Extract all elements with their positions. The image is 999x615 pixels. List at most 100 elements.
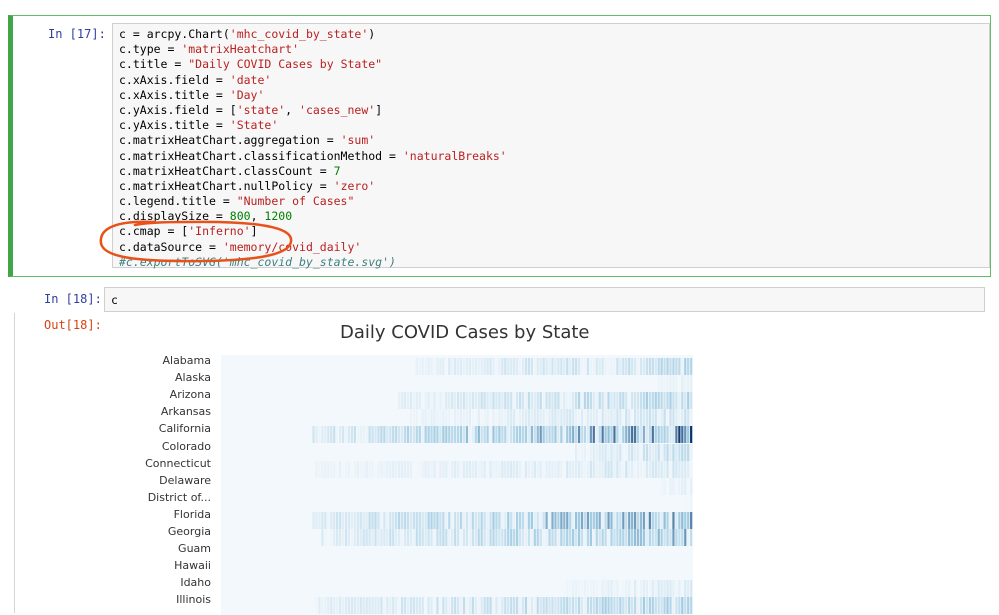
heatmap-plot[interactable] — [221, 355, 693, 615]
heatmap-cell — [586, 409, 590, 427]
heatmap-cell — [462, 426, 466, 444]
code-token: c.yAxis.title = — [119, 118, 230, 133]
heatmap-cell — [492, 529, 495, 546]
heatmap-row — [221, 375, 693, 393]
heatmap-cell — [330, 426, 333, 444]
heatmap-cell — [465, 529, 469, 546]
heatmap-cell — [575, 392, 578, 410]
heatmap-cell — [690, 511, 693, 529]
heatmap-cell — [545, 460, 548, 478]
heatmap-cell — [592, 597, 595, 615]
heatmap-cell — [631, 409, 634, 427]
heatmap-cell — [377, 511, 380, 529]
heatmap-cell — [433, 511, 436, 529]
heatmap-cell — [666, 460, 669, 478]
code-line: c.yAxis.title = 'State' — [119, 118, 507, 133]
heatmap-cell — [527, 392, 531, 410]
heatmap-cell — [684, 460, 687, 478]
code-token: "Daily COVID Cases by State" — [188, 57, 383, 72]
code-editor-18[interactable]: c — [104, 287, 985, 312]
heatmap-cell — [622, 443, 625, 461]
heatmap-cell — [403, 597, 407, 615]
heatmap-cell — [507, 529, 510, 546]
heatmap-cell — [648, 460, 651, 478]
heatmap-cell — [341, 529, 345, 546]
heatmap-cell — [350, 597, 354, 615]
heatmap-cell — [392, 426, 395, 444]
heatmap-cell — [436, 426, 439, 444]
heatmap-cell — [669, 529, 672, 546]
heatmap-cell — [474, 529, 477, 546]
heatmap-cell — [409, 597, 413, 615]
heatmap-cell — [489, 529, 492, 546]
code-editor-17[interactable]: c = arcpy.Chart('mhc_covid_by_state') c.t… — [112, 23, 990, 269]
heatmap-cell — [563, 426, 566, 444]
heatmap-cell — [663, 375, 666, 393]
heatmap-cell — [457, 597, 460, 615]
heatmap-cell — [607, 597, 610, 615]
heatmap-cell — [551, 597, 554, 615]
heatmap-cell — [527, 597, 531, 615]
heatmap-cell — [634, 529, 637, 546]
heatmap-cell — [327, 529, 330, 546]
code-cell-18[interactable]: In [18]: c Out[18]: Daily COVID Cases by… — [8, 283, 991, 615]
heatmap-cell — [681, 375, 684, 393]
heatmap-row — [221, 546, 693, 563]
heatmap-cell — [462, 392, 466, 410]
heatmap-cell — [430, 460, 433, 478]
heatmap-cell — [507, 511, 510, 529]
heatmap-cell — [577, 529, 581, 546]
heatmap-cell — [339, 426, 342, 444]
heatmap-cell — [560, 460, 563, 478]
heatmap-cell — [554, 392, 557, 410]
heatmap-cell — [383, 511, 386, 529]
heatmap-cell — [462, 409, 466, 427]
heatmap-cell — [592, 409, 595, 427]
heatmap-cell — [586, 597, 590, 615]
heatmap-cell — [439, 426, 442, 444]
heatmap-cell — [457, 529, 460, 546]
heatmap-cell — [613, 529, 616, 546]
heatmap-cell — [669, 511, 672, 529]
heatmap-cell — [566, 460, 569, 478]
code-token: , — [250, 209, 265, 224]
heatmap-cell — [575, 443, 578, 461]
heatmap-cell — [536, 529, 539, 546]
heatmap-cell — [412, 597, 415, 615]
heatmap-cell — [457, 511, 460, 529]
heatmap-cell — [575, 580, 578, 598]
code-cell-17[interactable]: In [17]: c = arcpy.Chart('mhc_covid_by_s… — [8, 15, 991, 277]
heatmap-cell — [631, 597, 634, 615]
heatmap-cell — [362, 426, 365, 444]
heatmap-cell — [684, 375, 687, 393]
heatmap-cell — [448, 426, 451, 444]
heatmap-cell — [539, 392, 542, 410]
heatmap-cell — [524, 460, 528, 478]
heatmap-cell — [569, 358, 572, 375]
heatmap-cell — [336, 460, 339, 478]
heatmap-cell — [492, 426, 495, 444]
heatmap-cell — [601, 409, 604, 427]
heatmap-cell — [631, 460, 634, 478]
heatmap-cell — [439, 529, 442, 546]
heatmap-cell — [477, 426, 480, 444]
heatmap-cell — [527, 426, 531, 444]
heatmap-cell — [548, 358, 551, 375]
heatmap-cell — [648, 580, 651, 598]
y-tick-label: Delaware — [159, 473, 211, 487]
heatmap-cell — [684, 529, 687, 546]
heatmap-cell — [636, 529, 640, 546]
heatmap-cell — [433, 529, 436, 546]
heatmap-cell — [336, 426, 339, 444]
heatmap-cell — [454, 426, 457, 444]
heatmap-cell — [477, 392, 480, 410]
heatmap-cell — [675, 392, 678, 410]
code-token: 'zero' — [333, 178, 376, 193]
heatmap-cell — [545, 597, 548, 615]
heatmap-cell — [545, 409, 548, 427]
heatmap-cell — [592, 529, 595, 546]
heatmap-cell — [598, 409, 601, 427]
y-tick-label: Alabama — [162, 354, 211, 367]
heatmap-cell — [516, 511, 519, 529]
heatmap-cell — [660, 358, 663, 375]
